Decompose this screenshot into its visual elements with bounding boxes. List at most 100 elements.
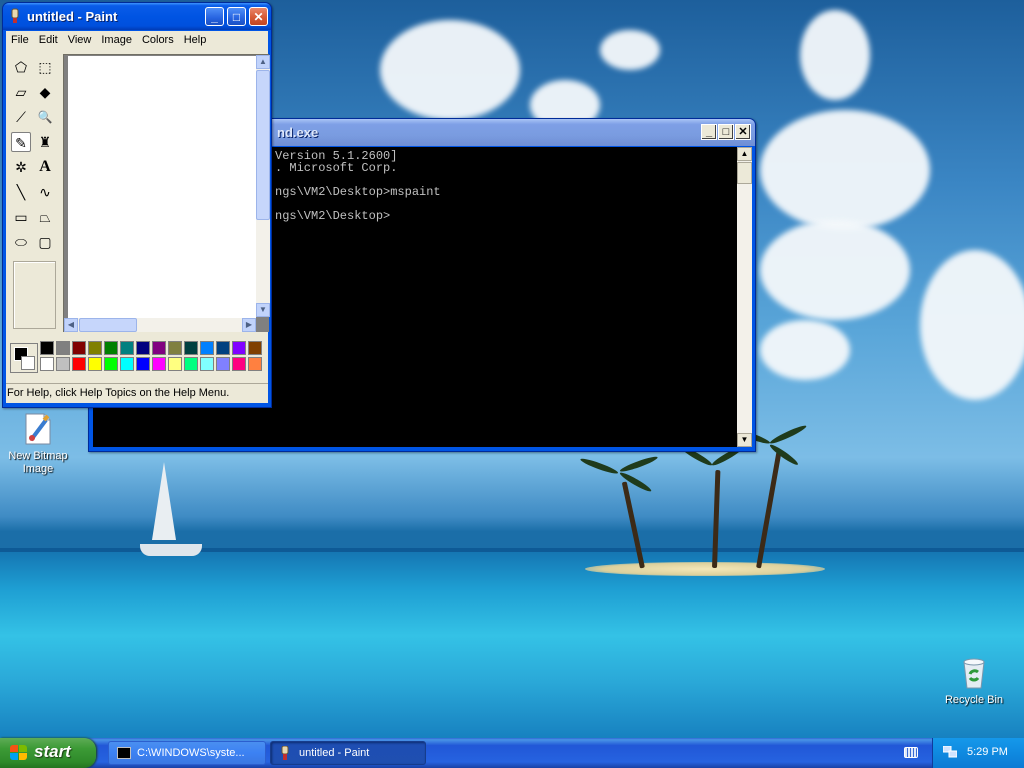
sailboat-hull	[140, 544, 202, 556]
desktop-icon-label: Image	[22, 463, 54, 475]
scroll-thumb[interactable]	[256, 70, 270, 220]
palette-swatch[interactable]	[216, 341, 230, 355]
palette-swatch[interactable]	[184, 341, 198, 355]
cloud	[380, 20, 520, 120]
palette-swatch[interactable]	[152, 357, 166, 371]
palette-swatch[interactable]	[248, 357, 262, 371]
text-tool[interactable]: A	[35, 157, 55, 177]
console-line: . Microsoft Corp.	[275, 161, 398, 175]
paint-app-icon[interactable]	[8, 8, 24, 24]
palette-swatch[interactable]	[136, 357, 150, 371]
clock[interactable]: 5:29 PM	[967, 746, 1008, 758]
curve-tool[interactable]: ∿	[35, 182, 55, 202]
palette-swatch[interactable]	[120, 357, 134, 371]
vertical-scrollbar[interactable]: ▲ ▼	[256, 55, 270, 317]
pick-color-tool[interactable]: ⟋	[11, 107, 31, 127]
taskbar-button-cmd[interactable]: C:\WINDOWS\syste...	[108, 741, 266, 765]
palette-swatch[interactable]	[40, 357, 54, 371]
palette-swatch[interactable]	[72, 341, 86, 355]
console-scrollbar[interactable]: ▲ ▼	[737, 147, 752, 447]
rectangle-tool[interactable]: ▭	[11, 207, 31, 227]
free-form-select-tool[interactable]: ⬠	[11, 57, 31, 77]
desktop-icon-new-bitmap[interactable]: New Bitmap Image	[0, 412, 76, 476]
scroll-left-button[interactable]: ◀	[64, 318, 78, 332]
scroll-up-button[interactable]: ▲	[737, 147, 752, 161]
start-button[interactable]: start	[0, 738, 96, 768]
palette-swatch[interactable]	[232, 357, 246, 371]
airbrush-tool[interactable]: ✲	[11, 157, 31, 177]
rounded-rectangle-tool[interactable]: ▢	[35, 232, 55, 252]
palette-swatch[interactable]	[56, 341, 70, 355]
select-tool[interactable]: ⬚	[35, 57, 55, 77]
palette-swatch[interactable]	[200, 341, 214, 355]
pencil-tool[interactable]: ✎	[11, 132, 31, 152]
tool-options-box[interactable]	[13, 261, 56, 329]
desktop-icon-recycle-bin[interactable]: Recycle Bin	[936, 656, 1012, 707]
palette-swatch[interactable]	[136, 341, 150, 355]
drawing-canvas[interactable]	[68, 56, 256, 318]
menu-file[interactable]: File	[6, 31, 34, 50]
brush-tool[interactable]: ♜	[35, 132, 55, 152]
paint-window-title: untitled - Paint	[27, 9, 118, 24]
palette-swatch[interactable]	[216, 357, 230, 371]
network-icon[interactable]	[942, 745, 958, 758]
paint-window[interactable]: untitled - Paint _ □ ✕ File Edit View Im…	[2, 2, 272, 408]
scroll-thumb[interactable]	[737, 162, 752, 184]
minimize-button[interactable]: _	[205, 7, 224, 26]
palm-frond	[768, 423, 808, 446]
eraser-tool[interactable]: ▱	[11, 82, 31, 102]
taskbar-button-paint[interactable]: untitled - Paint	[270, 741, 426, 765]
cmd-window-title: nd.exe	[277, 125, 319, 140]
close-button[interactable]: ✕	[249, 7, 268, 26]
maximize-button[interactable]: □	[227, 7, 246, 26]
paint-app-icon	[279, 745, 291, 760]
palette-swatch[interactable]	[88, 341, 102, 355]
menu-view[interactable]: View	[63, 31, 97, 50]
magnifier-tool[interactable]: 🔍	[35, 107, 55, 127]
palette-swatch[interactable]	[168, 341, 182, 355]
menu-edit[interactable]: Edit	[34, 31, 63, 50]
palette-swatch[interactable]	[248, 341, 262, 355]
menu-colors[interactable]: Colors	[137, 31, 179, 50]
minimize-button[interactable]: _	[701, 124, 717, 140]
palette-swatch[interactable]	[40, 341, 54, 355]
paint-title-bar[interactable]: untitled - Paint _ □ ✕	[3, 3, 271, 30]
status-bar: For Help, click Help Topics on the Help …	[6, 383, 268, 403]
palette-swatch[interactable]	[88, 357, 102, 371]
line-tool[interactable]: ╲	[11, 182, 31, 202]
cloud	[760, 320, 850, 380]
palette-swatch[interactable]	[104, 357, 118, 371]
keyboard-icon[interactable]	[904, 747, 918, 758]
ellipse-tool[interactable]: ⬭	[11, 232, 31, 252]
bitmap-file-icon	[22, 412, 54, 446]
palette-swatch[interactable]	[168, 357, 182, 371]
scroll-up-button[interactable]: ▲	[256, 55, 270, 69]
horizontal-scrollbar[interactable]: ◀ ▶	[64, 318, 256, 332]
maximize-button[interactable]: □	[718, 124, 734, 140]
scroll-right-button[interactable]: ▶	[242, 318, 256, 332]
background-color[interactable]	[21, 356, 35, 370]
palette-swatch[interactable]	[56, 357, 70, 371]
taskbar-button-label: untitled - Paint	[299, 747, 370, 759]
system-tray: 5:29 PM	[932, 738, 1024, 768]
fill-tool[interactable]: ◆	[35, 82, 55, 102]
palette-swatch[interactable]	[200, 357, 214, 371]
cmd-icon	[117, 747, 131, 759]
cloud	[920, 250, 1024, 400]
polygon-tool[interactable]: ⏢	[35, 207, 55, 227]
palette-swatch[interactable]	[72, 357, 86, 371]
menu-help[interactable]: Help	[179, 31, 212, 50]
scroll-down-button[interactable]: ▼	[256, 303, 270, 317]
sea	[0, 552, 1024, 738]
close-button[interactable]: ✕	[735, 124, 751, 140]
current-colors[interactable]	[10, 343, 38, 373]
scroll-down-button[interactable]: ▼	[737, 433, 752, 447]
palette-swatch[interactable]	[104, 341, 118, 355]
palette-swatch[interactable]	[152, 341, 166, 355]
paint-client-area: File Edit View Image Colors Help ⬠ ⬚ ▱ ◆…	[6, 31, 270, 403]
scroll-thumb[interactable]	[79, 318, 137, 332]
palette-swatch[interactable]	[232, 341, 246, 355]
menu-image[interactable]: Image	[96, 31, 137, 50]
palette-swatch[interactable]	[184, 357, 198, 371]
palette-swatch[interactable]	[120, 341, 134, 355]
